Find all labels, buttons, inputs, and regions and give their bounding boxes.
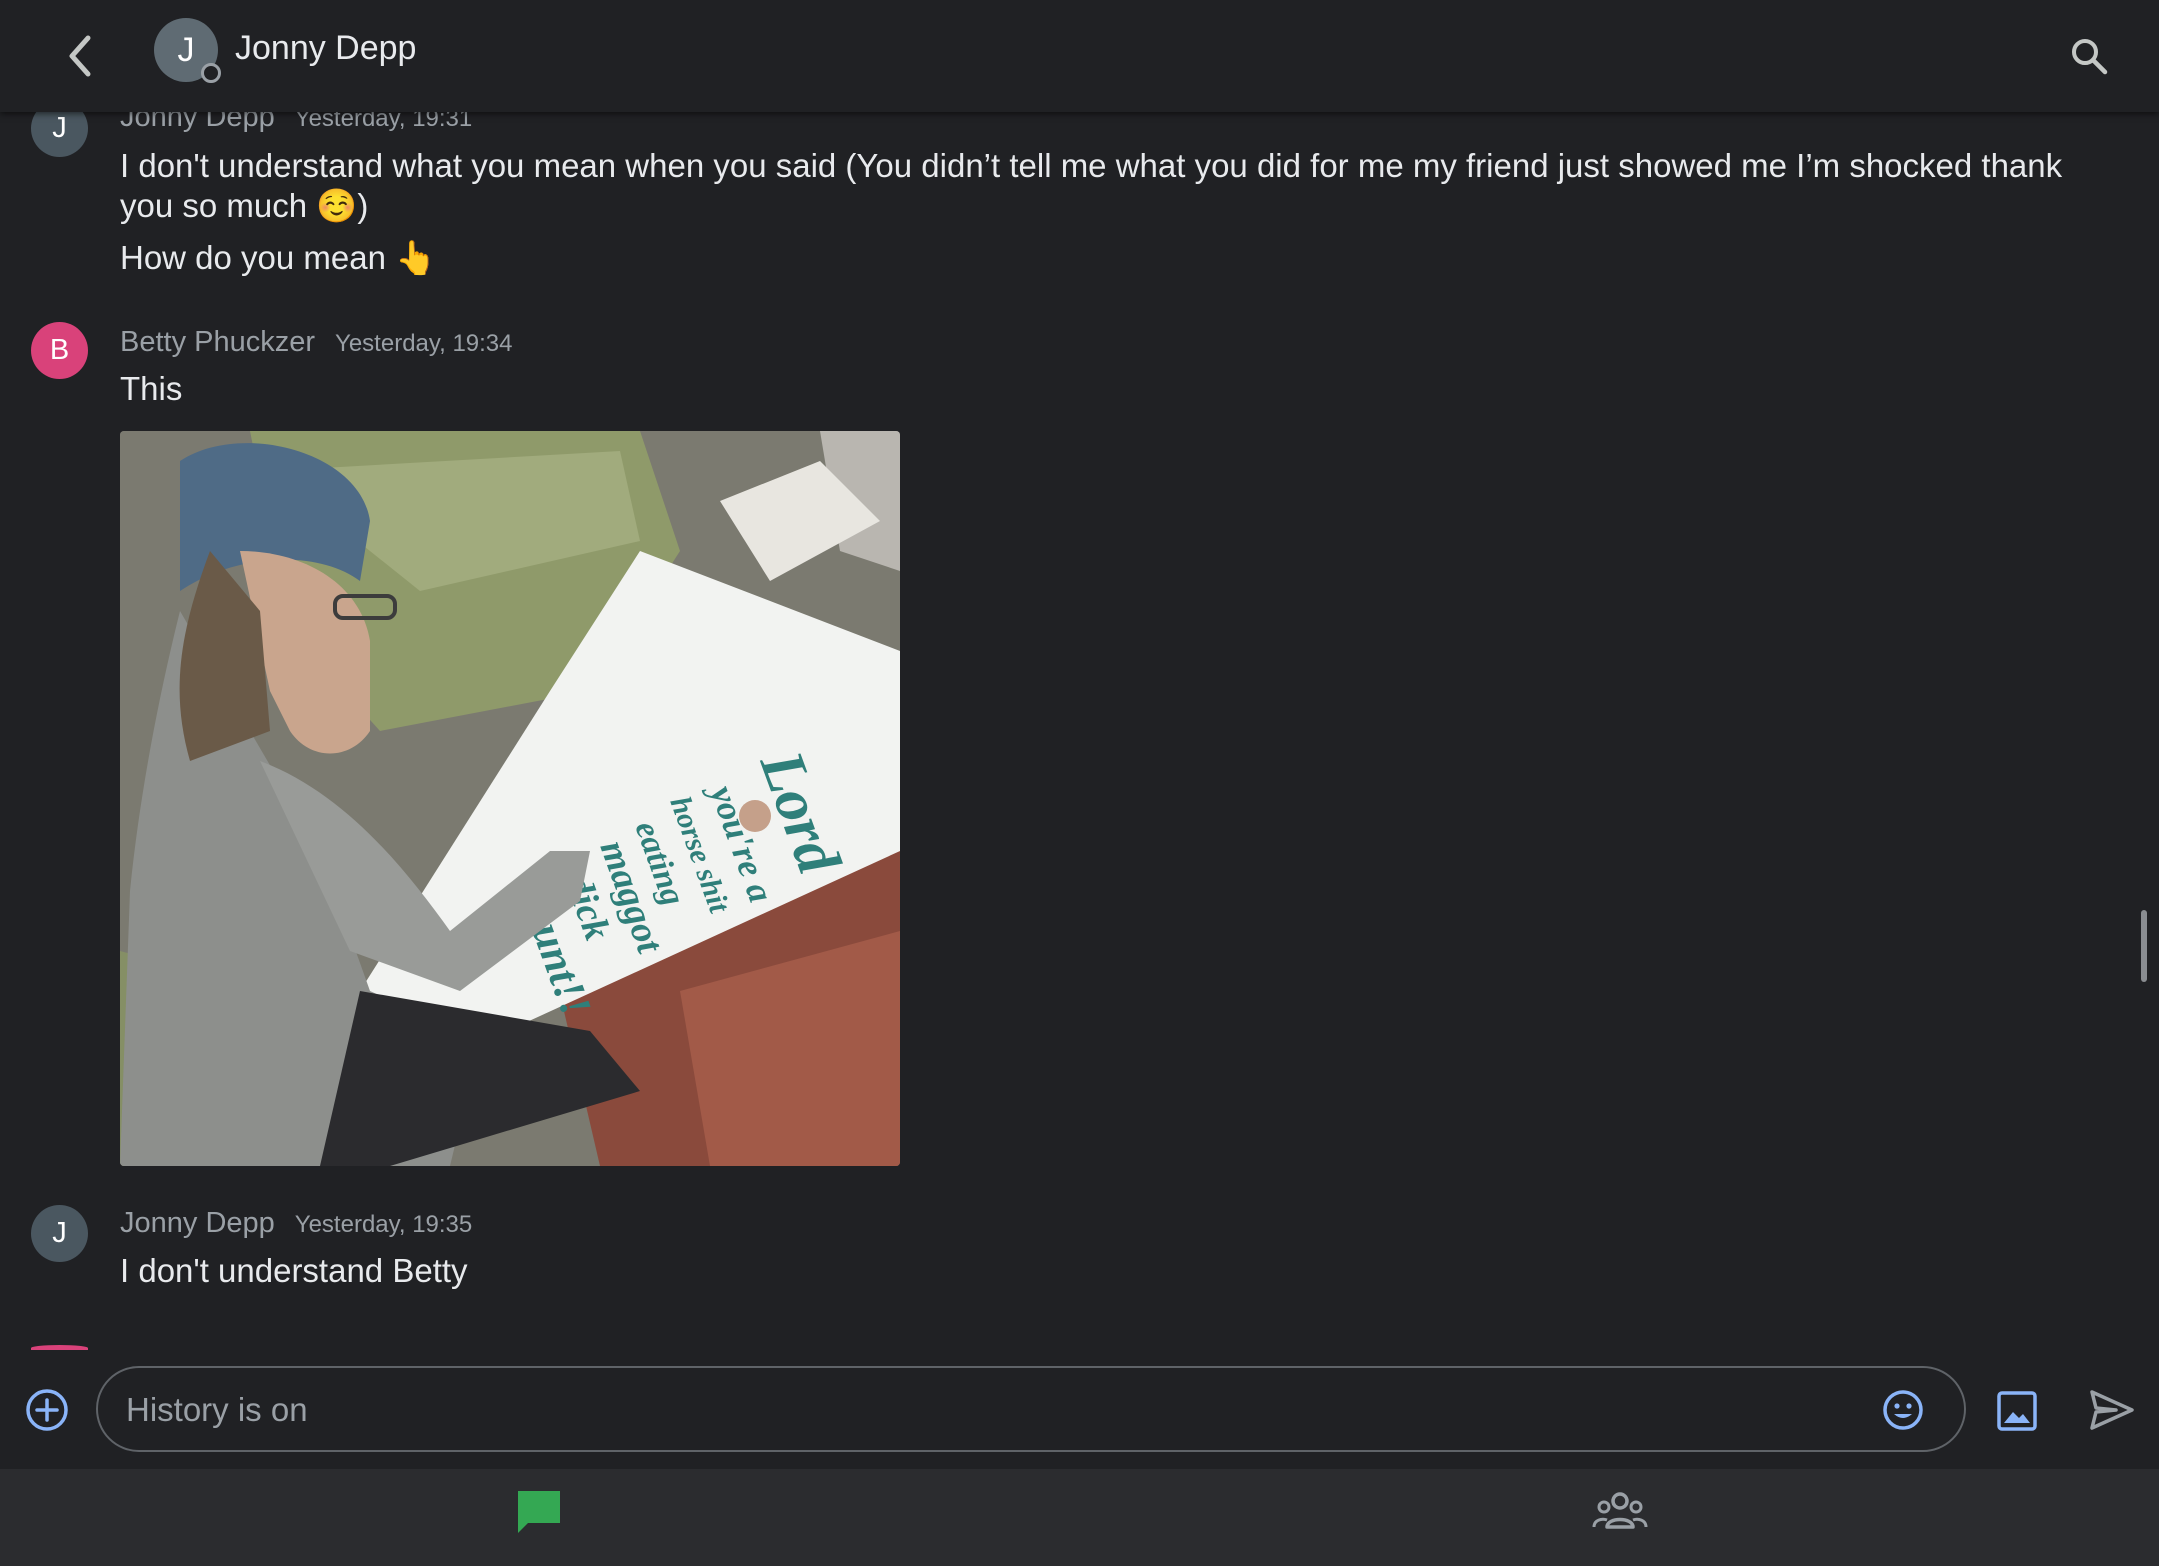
message-text: I don't understand what you mean when yo… <box>120 147 2063 224</box>
bottom-navigation <box>0 1469 2159 1566</box>
message-text: How do you mean 👆 <box>120 239 437 276</box>
people-icon <box>1592 1492 1648 1529</box>
add-circle-icon <box>26 1389 68 1431</box>
photo-illustration: Lord you're a horse shit eating maggot d… <box>120 431 900 1166</box>
sender-name: Betty Phuckzer <box>120 326 316 358</box>
presence-status-icon <box>201 63 221 83</box>
nav-chat-tab[interactable] <box>510 1483 570 1543</box>
conversation-title[interactable]: Jonny Depp <box>235 29 416 68</box>
insert-image-button[interactable] <box>1992 1386 2042 1436</box>
emoji-button[interactable] <box>1880 1387 1926 1433</box>
add-attachment-button[interactable] <box>22 1385 72 1435</box>
send-icon <box>2090 1390 2134 1430</box>
message-composer <box>96 1366 1966 1452</box>
message-text: This <box>120 370 183 407</box>
sender-avatar[interactable]: B <box>31 322 88 379</box>
contact-avatar-initial: J <box>177 30 195 69</box>
search-button[interactable] <box>2057 24 2121 88</box>
scrollbar-thumb[interactable] <box>2141 910 2147 982</box>
message-time: Yesterday, 19:34 <box>335 330 513 357</box>
sender-avatar-initial: B <box>49 334 70 366</box>
chat-icon <box>518 1491 560 1533</box>
app-bar: J Jonny Depp <box>0 0 2159 112</box>
contact-avatar[interactable]: J <box>154 18 221 83</box>
message-list[interactable]: J Jonny Depp Yesterday, 19:31 I don't un… <box>0 100 2159 1350</box>
message-text: I don't understand Betty <box>120 1252 468 1289</box>
search-icon <box>2072 39 2108 75</box>
send-button[interactable] <box>2086 1384 2138 1436</box>
message-input[interactable] <box>124 1368 1828 1452</box>
emoji-icon <box>1883 1390 1923 1430</box>
sender-avatar-initial: J <box>52 1217 67 1249</box>
sender-name: Jonny Depp <box>120 1207 275 1239</box>
sender-avatar[interactable]: J <box>31 1205 88 1262</box>
image-icon <box>1997 1391 2037 1431</box>
nav-people-tab[interactable] <box>1590 1483 1650 1543</box>
sender-avatar-initial: J <box>52 112 67 144</box>
back-button[interactable] <box>48 24 112 88</box>
message-meta: Jonny Depp Yesterday, 19:35 <box>120 1207 472 1240</box>
image-attachment[interactable]: Lord you're a horse shit eating maggot d… <box>120 431 900 1166</box>
message-time: Yesterday, 19:35 <box>294 1211 473 1238</box>
next-sender-avatar <box>31 1345 88 1350</box>
message-meta: Betty Phuckzer Yesterday, 19:34 <box>120 326 513 359</box>
chevron-left-icon <box>69 35 91 77</box>
